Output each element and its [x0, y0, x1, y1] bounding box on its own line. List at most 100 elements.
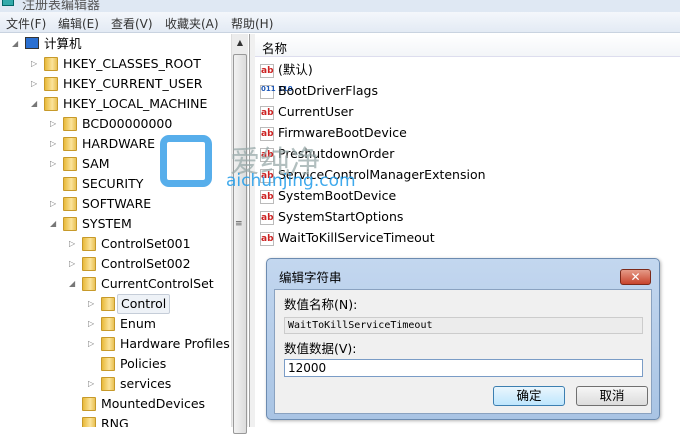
column-header-label: 名称	[262, 41, 288, 56]
tree-node[interactable]: ▷ ControlSet001	[0, 234, 230, 254]
folder-icon	[82, 257, 96, 271]
tree-node[interactable]: ▷ SAM	[0, 154, 230, 174]
folder-icon	[63, 137, 77, 151]
tree-node[interactable]: ▷ SOFTWARE	[0, 194, 230, 214]
registry-tree: ◢ 计算机 ▷ HKEY_CLASSES_ROOT ▷ HKEY_CURRENT_USER…	[0, 34, 250, 427]
ok-button[interactable]: 确定	[493, 386, 565, 406]
tree-node[interactable]: ▷ BCD00000000	[0, 114, 230, 134]
expand-arrow-icon[interactable]: ▷	[88, 374, 96, 394]
expand-arrow-icon[interactable]: ▷	[50, 134, 58, 154]
tree-node[interactable]: ▷ Control	[0, 294, 230, 314]
value-data-input[interactable]: 12000	[284, 359, 643, 377]
tree-node[interactable]: ▷ ControlSet002	[0, 254, 230, 274]
column-header-name[interactable]: 名称	[255, 34, 680, 57]
tree-node[interactable]: ◢ CurrentControlSet	[0, 274, 230, 294]
list-item[interactable]: ab CurrentUser	[260, 102, 353, 122]
tree-scrollbar[interactable]: ▲ ≡	[231, 34, 248, 434]
list-item[interactable]: ab SystemBootDevice	[260, 186, 396, 206]
list-item[interactable]: ab FirmwareBootDevice	[260, 123, 407, 143]
menu-file[interactable]: 文件(F)	[6, 15, 46, 32]
tree-node-label: Control	[117, 294, 171, 314]
list-item[interactable]: 011 110BootDriverFlags	[260, 81, 378, 101]
value-name: (默认)	[278, 62, 313, 77]
folder-icon	[101, 317, 115, 331]
tree-node[interactable]: ◢ SYSTEM	[0, 214, 230, 234]
expand-arrow-icon[interactable]: ▷	[69, 234, 77, 254]
string-value-icon: ab	[260, 168, 274, 183]
folder-icon	[101, 337, 115, 351]
tree-node-label: Hardware Profiles	[120, 336, 230, 351]
folder-icon	[63, 217, 77, 231]
tree-node[interactable]: ▷ HKEY_CLASSES_ROOT	[0, 54, 230, 74]
edit-string-dialog: 编辑字符串 ✕ 数值名称(N): WaitToKillServiceTimeou…	[266, 258, 660, 420]
menu-favorites[interactable]: 收藏夹(A)	[165, 15, 219, 32]
expand-arrow-icon[interactable]: ▷	[88, 334, 96, 354]
tree-node[interactable]: SECURITY	[0, 174, 230, 194]
tree-node-label: MountedDevices	[101, 396, 206, 411]
value-name-label: 数值名称(N):	[284, 297, 358, 312]
tree-node-label: SYSTEM	[82, 216, 132, 231]
expand-arrow-icon[interactable]: ▷	[31, 74, 39, 94]
dialog-body: 数值名称(N): WaitToKillServiceTimeout 数值数据(V…	[274, 289, 652, 414]
value-name: SystemBootDevice	[278, 188, 397, 203]
scroll-thumb[interactable]	[233, 54, 247, 434]
list-item[interactable]: ab SystemStartOptions	[260, 207, 403, 227]
expand-arrow-icon[interactable]: ▷	[69, 254, 77, 274]
menu-view[interactable]: 查看(V)	[111, 15, 153, 32]
collapse-arrow-icon[interactable]: ◢	[31, 94, 39, 114]
value-name-field: WaitToKillServiceTimeout	[284, 317, 643, 334]
tree-node-label: SAM	[82, 156, 110, 171]
expand-arrow-icon[interactable]: ▷	[50, 154, 58, 174]
tree-node[interactable]: ▷ Enum	[0, 314, 230, 334]
tree-node[interactable]: Policies	[0, 354, 230, 374]
list-item[interactable]: ab (默认)	[260, 60, 313, 80]
tree-node[interactable]: RNG	[0, 414, 230, 427]
scroll-up-arrow-icon[interactable]: ▲	[232, 34, 248, 51]
collapse-arrow-icon[interactable]: ◢	[50, 214, 58, 234]
list-item[interactable]: ab PreshutdownOrder	[260, 144, 394, 164]
tree-node[interactable]: ▷ Hardware Profiles	[0, 334, 230, 354]
folder-icon	[63, 117, 77, 131]
menu-edit[interactable]: 编辑(E)	[58, 15, 99, 32]
close-icon[interactable]: ✕	[620, 269, 651, 285]
tree-node-label: HKEY_LOCAL_MACHINE	[63, 96, 208, 111]
value-name: BootDriverFlags	[278, 83, 379, 98]
expand-arrow-icon[interactable]: ▷	[31, 54, 39, 74]
tree-node-label: HKEY_CURRENT_USER	[63, 76, 203, 91]
tree-node-label: Enum	[120, 316, 156, 331]
folder-icon	[63, 177, 77, 191]
collapse-arrow-icon[interactable]: ◢	[12, 34, 20, 54]
tree-node[interactable]: ▷ services	[0, 374, 230, 394]
folder-icon	[63, 197, 77, 211]
expand-arrow-icon[interactable]: ▷	[88, 314, 96, 334]
tree-node-label: SECURITY	[82, 176, 144, 191]
expand-arrow-icon[interactable]: ▷	[50, 194, 58, 214]
tree-node[interactable]: ◢ 计算机	[0, 34, 230, 54]
folder-icon	[44, 77, 58, 91]
expand-arrow-icon[interactable]: ▷	[50, 114, 58, 134]
collapse-arrow-icon[interactable]: ◢	[69, 274, 77, 294]
tree-node-label: ControlSet002	[101, 256, 191, 271]
tree-node[interactable]: MountedDevices	[0, 394, 230, 414]
string-value-icon: ab	[260, 189, 274, 204]
tree-node[interactable]: ▷ HARDWARE	[0, 134, 230, 154]
value-name: FirmwareBootDevice	[278, 125, 407, 140]
expand-arrow-icon[interactable]: ▷	[88, 294, 96, 314]
folder-icon	[82, 397, 96, 411]
tree-node-label: HKEY_CLASSES_ROOT	[63, 56, 201, 71]
folder-icon	[82, 417, 96, 427]
tree-node-label: BCD00000000	[82, 116, 173, 131]
tree-node[interactable]: ▷ HKEY_CURRENT_USER	[0, 74, 230, 94]
tree-node-label: HARDWARE	[82, 136, 156, 151]
list-item[interactable]: ab WaitToKillServiceTimeout	[260, 228, 435, 248]
string-value-icon: ab	[260, 231, 274, 246]
value-data-label: 数值数据(V):	[284, 341, 357, 356]
cancel-button[interactable]: 取消	[576, 386, 648, 406]
list-item[interactable]: ab ServiceControlManagerExtension	[260, 165, 486, 185]
menu-help[interactable]: 帮助(H)	[231, 15, 273, 32]
tree-node[interactable]: ◢ HKEY_LOCAL_MACHINE	[0, 94, 230, 114]
folder-icon	[82, 277, 96, 291]
value-name: SystemStartOptions	[278, 209, 404, 224]
tree-node-label: services	[120, 376, 172, 391]
computer-icon	[25, 37, 39, 49]
